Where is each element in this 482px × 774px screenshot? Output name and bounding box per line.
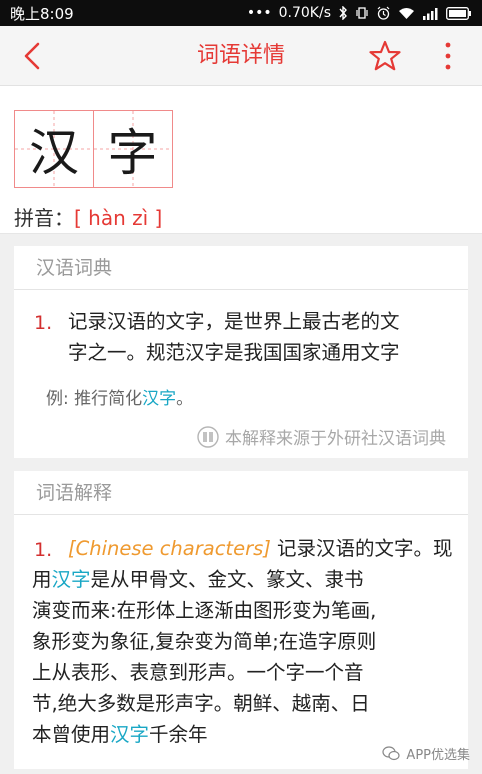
example-text: 例: 推行简化汉字。 — [46, 389, 194, 409]
card-title: 汉语词典 — [14, 246, 468, 290]
favorite-star-icon[interactable] — [368, 39, 402, 73]
source-note: 本解释来源于外研社汉语词典 — [197, 424, 446, 449]
english-term: [Chinese characters] — [68, 537, 271, 560]
entry-number: 1. — [34, 539, 53, 561]
explanation-card: 词语解释 1. [Chinese characters] 记录汉语的文字。现 用… — [14, 471, 468, 769]
highlight-link[interactable]: 汉字 — [142, 389, 176, 409]
highlight-link[interactable]: 汉字 — [110, 723, 149, 746]
character: 字 — [107, 124, 158, 182]
status-bar: 晚上8:09 ••• 0.70K/s — [0, 0, 482, 26]
pinyin-row: 拼音：[ hàn zì ] — [14, 202, 162, 231]
word-header: 汉 字 拼音：[ hàn zì ] — [0, 86, 482, 234]
page-title: 词语详情 — [196, 43, 285, 68]
character-cell: 字 — [92, 110, 173, 188]
pinyin-label: 拼音： — [14, 206, 74, 230]
explanation-text: [Chinese characters] 记录汉语的文字。现 用汉字是从甲骨文、… — [32, 537, 453, 746]
status-time: 晚上8:09 — [10, 4, 74, 23]
wechat-icon — [382, 746, 401, 761]
signal-icon — [423, 7, 438, 20]
character-cell: 汉 — [14, 110, 94, 188]
wifi-icon — [399, 7, 414, 19]
bluetooth-icon — [339, 6, 347, 20]
watermark: APP优选集 — [382, 744, 470, 763]
app-bar: 词语详情 — [0, 26, 482, 86]
dictionary-card: 汉语词典 1. 记录汉语的文字，是世界上最古老的文 字之一。规范汉字是我国国家通… — [14, 246, 468, 458]
more-menu-icon[interactable] — [440, 40, 456, 72]
card-title: 词语解释 — [14, 471, 468, 515]
character-grid: 汉 字 — [14, 110, 173, 188]
vibrate-icon — [356, 7, 368, 19]
battery-icon — [446, 6, 471, 20]
character: 汉 — [29, 124, 79, 182]
network-speed: 0.70K/s — [278, 5, 331, 21]
book-logo-icon — [197, 425, 219, 448]
alarm-icon — [377, 6, 390, 20]
highlight-link[interactable]: 汉字 — [52, 568, 91, 591]
definition-text: 记录汉语的文字，是世界上最古老的文 字之一。规范汉字是我国国家通用文字 — [68, 310, 400, 364]
ellipsis-icon: ••• — [246, 5, 272, 21]
pinyin-value: [ hàn zì ] — [74, 206, 163, 230]
entry-number: 1. — [34, 312, 53, 334]
